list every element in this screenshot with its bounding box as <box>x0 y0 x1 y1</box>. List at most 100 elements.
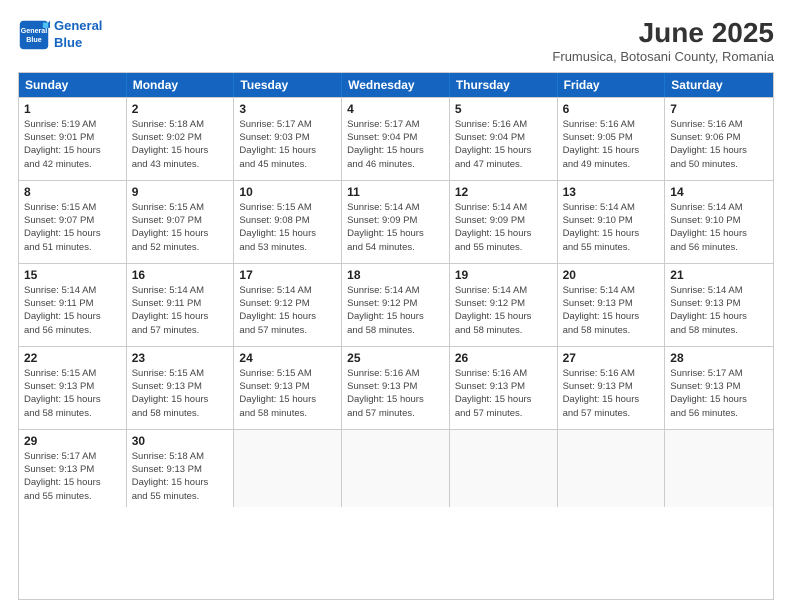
cal-cell-19: 19 Sunrise: 5:14 AMSunset: 9:12 PMDayligh… <box>450 264 558 346</box>
cal-cell-7: 7 Sunrise: 5:16 AMSunset: 9:06 PMDaylight… <box>665 98 773 180</box>
day-info: Sunrise: 5:15 AMSunset: 9:07 PMDaylight:… <box>24 201 121 254</box>
cal-cell-13: 13 Sunrise: 5:14 AMSunset: 9:10 PMDayligh… <box>558 181 666 263</box>
day-num: 24 <box>239 351 336 365</box>
cal-cell-2: 2 Sunrise: 5:18 AMSunset: 9:02 PMDaylight… <box>127 98 235 180</box>
day-num: 13 <box>563 185 660 199</box>
day-info: Sunrise: 5:14 AMSunset: 9:10 PMDaylight:… <box>563 201 660 254</box>
day-num: 11 <box>347 185 444 199</box>
day-info: Sunrise: 5:14 AMSunset: 9:09 PMDaylight:… <box>455 201 552 254</box>
cal-row-2: 8 Sunrise: 5:15 AMSunset: 9:07 PMDaylight… <box>19 180 773 263</box>
cal-cell-8: 8 Sunrise: 5:15 AMSunset: 9:07 PMDaylight… <box>19 181 127 263</box>
day-num: 18 <box>347 268 444 282</box>
cal-cell-21: 21 Sunrise: 5:14 AMSunset: 9:13 PMDayligh… <box>665 264 773 346</box>
cal-cell-23: 23Sunrise: 5:15 AMSunset: 9:13 PMDayligh… <box>127 347 235 429</box>
day-num: 1 <box>24 102 121 116</box>
cal-cell-30: 30 Sunrise: 5:18 AMSunset: 9:13 PMDayligh… <box>127 430 235 507</box>
cal-row-3: 15 Sunrise: 5:14 AMSunset: 9:11 PMDayligh… <box>19 263 773 346</box>
day-num: 14 <box>670 185 768 199</box>
day-info: Sunrise: 5:14 AMSunset: 9:12 PMDaylight:… <box>455 284 552 337</box>
location: Frumusica, Botosani County, Romania <box>552 49 774 64</box>
day-num: 8 <box>24 185 121 199</box>
day-info: Sunrise: 5:15 AMSunset: 9:13 PMDaylight:… <box>239 367 336 420</box>
cal-row-5: 29Sunrise: 5:17 AMSunset: 9:13 PMDayligh… <box>19 429 773 507</box>
calendar: Sunday Monday Tuesday Wednesday Thursday… <box>18 72 774 600</box>
day-info: Sunrise: 5:15 AMSunset: 9:07 PMDaylight:… <box>132 201 229 254</box>
svg-text:Blue: Blue <box>26 36 41 44</box>
day-num: 17 <box>239 268 336 282</box>
cal-cell-16: 16 Sunrise: 5:14 AMSunset: 9:11 PMDayligh… <box>127 264 235 346</box>
cal-cell-26: 26 Sunrise: 5:16 AMSunset: 9:13 PMDayligh… <box>450 347 558 429</box>
day-info: Sunrise: 5:14 AMSunset: 9:13 PMDaylight:… <box>563 284 660 337</box>
day-num: 19 <box>455 268 552 282</box>
day-info: Sunrise: 5:17 AMSunset: 9:13 PMDaylight:… <box>670 367 768 420</box>
cal-cell-29: 29Sunrise: 5:17 AMSunset: 9:13 PMDayligh… <box>19 430 127 507</box>
day-num: 30 <box>132 434 229 448</box>
day-num: 26 <box>455 351 552 365</box>
cal-cell-4: 4 Sunrise: 5:17 AMSunset: 9:04 PMDaylight… <box>342 98 450 180</box>
day-info: Sunrise: 5:16 AMSunset: 9:13 PMDaylight:… <box>563 367 660 420</box>
calendar-header: Sunday Monday Tuesday Wednesday Thursday… <box>19 73 773 97</box>
cal-cell-5: 5Sunrise: 5:16 AMSunset: 9:04 PMDaylight… <box>450 98 558 180</box>
day-info: Sunrise: 5:17 AMSunset: 9:04 PMDaylight:… <box>347 118 444 171</box>
day-num: 7 <box>670 102 768 116</box>
cal-cell-9: 9 Sunrise: 5:15 AMSunset: 9:07 PMDaylight… <box>127 181 235 263</box>
day-info: Sunrise: 5:16 AMSunset: 9:13 PMDaylight:… <box>455 367 552 420</box>
cal-cell-25: 25 Sunrise: 5:16 AMSunset: 9:13 PMDayligh… <box>342 347 450 429</box>
day-num: 5 <box>455 102 552 116</box>
day-info: Sunrise: 5:18 AMSunset: 9:02 PMDaylight:… <box>132 118 229 171</box>
day-num: 6 <box>563 102 660 116</box>
cal-cell-14: 14 Sunrise: 5:14 AMSunset: 9:10 PMDayligh… <box>665 181 773 263</box>
day-num: 27 <box>563 351 660 365</box>
day-num: 15 <box>24 268 121 282</box>
day-num: 10 <box>239 185 336 199</box>
day-info: Sunrise: 5:15 AMSunset: 9:13 PMDaylight:… <box>132 367 229 420</box>
cal-cell-15: 15 Sunrise: 5:14 AMSunset: 9:11 PMDayligh… <box>19 264 127 346</box>
cal-cell-12: 12Sunrise: 5:14 AMSunset: 9:09 PMDayligh… <box>450 181 558 263</box>
cal-cell-24: 24 Sunrise: 5:15 AMSunset: 9:13 PMDayligh… <box>234 347 342 429</box>
cal-cell-empty <box>342 430 450 507</box>
day-info: Sunrise: 5:15 AMSunset: 9:08 PMDaylight:… <box>239 201 336 254</box>
cal-cell-22: 22 Sunrise: 5:15 AMSunset: 9:13 PMDayligh… <box>19 347 127 429</box>
day-info: Sunrise: 5:16 AMSunset: 9:06 PMDaylight:… <box>670 118 768 171</box>
day-num: 29 <box>24 434 121 448</box>
day-info: Sunrise: 5:19 AMSunset: 9:01 PMDaylight:… <box>24 118 121 171</box>
day-info: Sunrise: 5:14 AMSunset: 9:10 PMDaylight:… <box>670 201 768 254</box>
day-info: Sunrise: 5:14 AMSunset: 9:12 PMDaylight:… <box>239 284 336 337</box>
header-thursday: Thursday <box>450 73 558 97</box>
logo-text: General Blue <box>54 18 102 52</box>
page: General Blue General Blue June 2025 Frum… <box>0 0 792 612</box>
day-num: 2 <box>132 102 229 116</box>
header-wednesday: Wednesday <box>342 73 450 97</box>
cal-row-1: 1 Sunrise: 5:19 AMSunset: 9:01 PMDaylight… <box>19 97 773 180</box>
day-num: 21 <box>670 268 768 282</box>
cal-cell-11: 11Sunrise: 5:14 AMSunset: 9:09 PMDayligh… <box>342 181 450 263</box>
cal-cell-empty <box>234 430 342 507</box>
day-info: Sunrise: 5:17 AMSunset: 9:03 PMDaylight:… <box>239 118 336 171</box>
day-info: Sunrise: 5:14 AMSunset: 9:11 PMDaylight:… <box>24 284 121 337</box>
logo: General Blue General Blue <box>18 18 102 52</box>
logo-icon: General Blue <box>18 19 50 51</box>
day-info: Sunrise: 5:16 AMSunset: 9:13 PMDaylight:… <box>347 367 444 420</box>
header-tuesday: Tuesday <box>234 73 342 97</box>
day-info: Sunrise: 5:14 AMSunset: 9:13 PMDaylight:… <box>670 284 768 337</box>
day-num: 22 <box>24 351 121 365</box>
day-num: 16 <box>132 268 229 282</box>
day-num: 28 <box>670 351 768 365</box>
day-num: 25 <box>347 351 444 365</box>
day-info: Sunrise: 5:16 AMSunset: 9:05 PMDaylight:… <box>563 118 660 171</box>
day-info: Sunrise: 5:18 AMSunset: 9:13 PMDaylight:… <box>132 450 229 503</box>
header-monday: Monday <box>127 73 235 97</box>
header-sunday: Sunday <box>19 73 127 97</box>
day-num: 20 <box>563 268 660 282</box>
day-info: Sunrise: 5:15 AMSunset: 9:13 PMDaylight:… <box>24 367 121 420</box>
cal-cell-empty <box>450 430 558 507</box>
cal-row-4: 22 Sunrise: 5:15 AMSunset: 9:13 PMDayligh… <box>19 346 773 429</box>
cal-cell-6: 6 Sunrise: 5:16 AMSunset: 9:05 PMDaylight… <box>558 98 666 180</box>
day-num: 9 <box>132 185 229 199</box>
cal-cell-empty <box>558 430 666 507</box>
cal-cell-3: 3Sunrise: 5:17 AMSunset: 9:03 PMDaylight… <box>234 98 342 180</box>
month-title: June 2025 <box>552 18 774 49</box>
day-info: Sunrise: 5:14 AMSunset: 9:11 PMDaylight:… <box>132 284 229 337</box>
day-num: 4 <box>347 102 444 116</box>
title-block: June 2025 Frumusica, Botosani County, Ro… <box>552 18 774 64</box>
